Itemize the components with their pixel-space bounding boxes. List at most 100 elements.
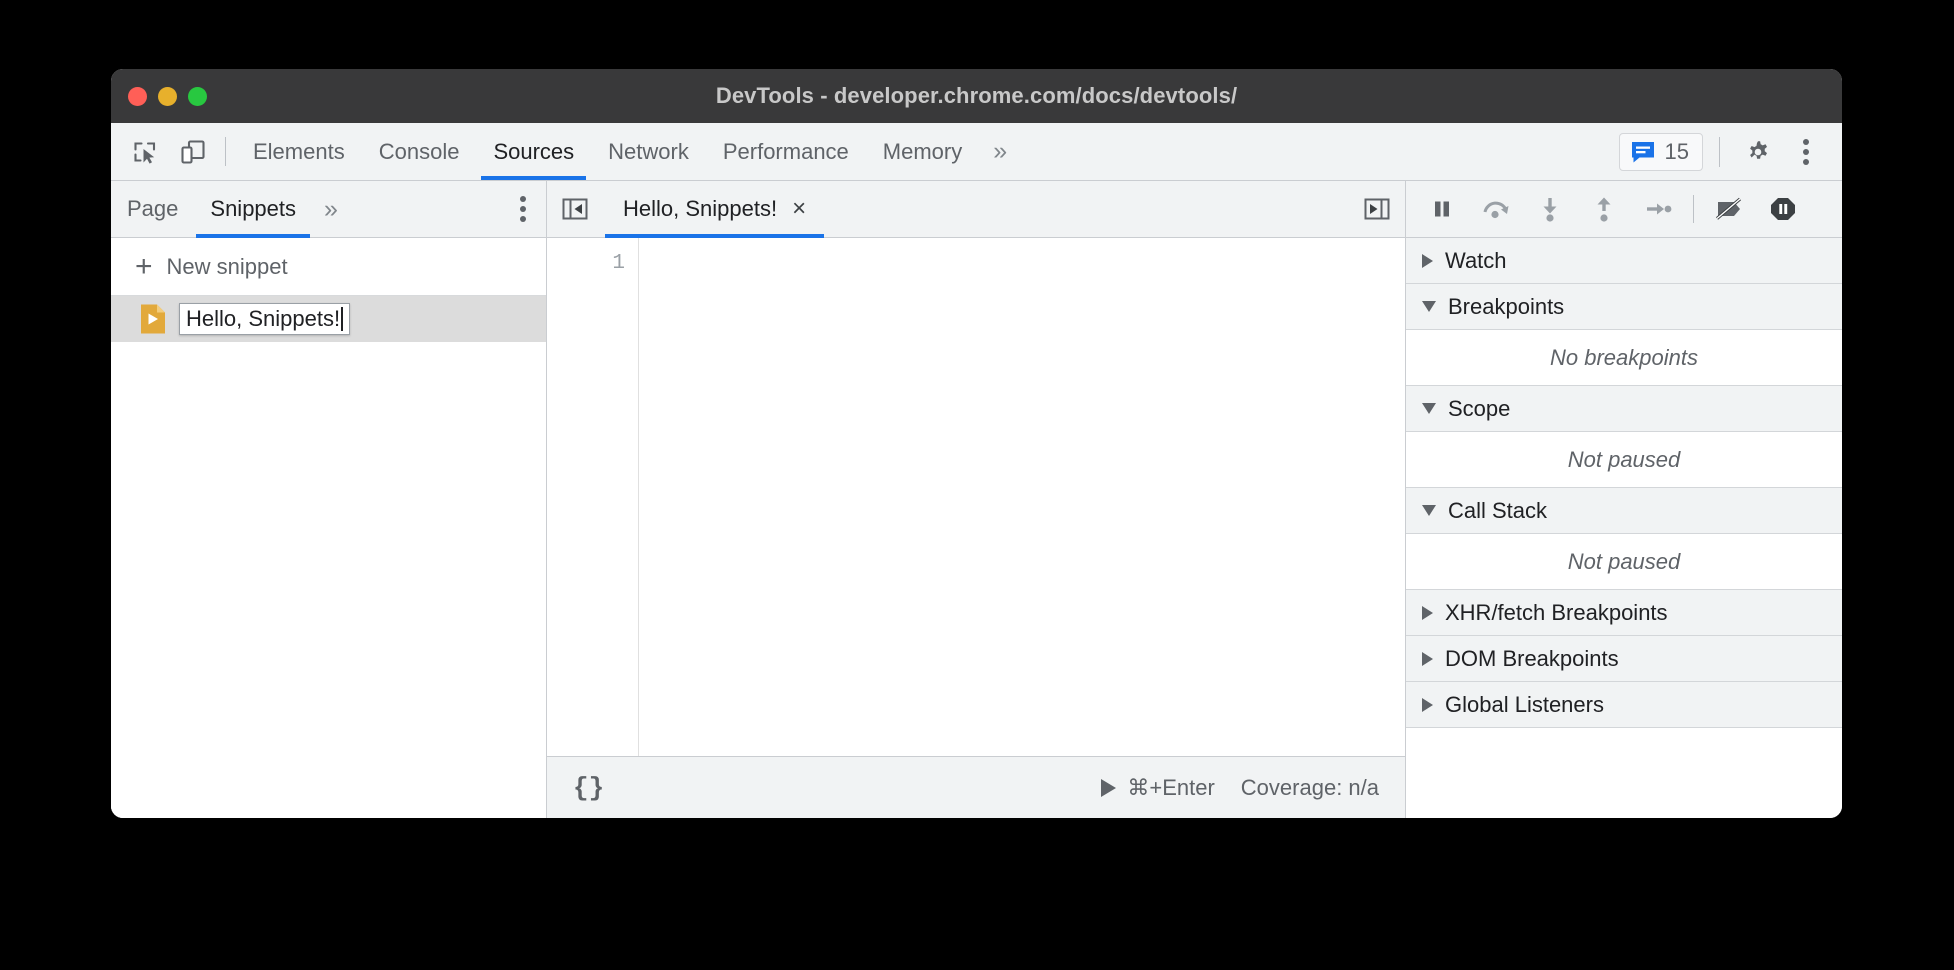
editor-tab-hello-snippets[interactable]: Hello, Snippets! × <box>603 181 826 237</box>
scroll-tabs-left-icon <box>560 194 590 224</box>
resume-script-execution-button[interactable] <box>1416 187 1468 231</box>
tab-console[interactable]: Console <box>362 123 477 180</box>
step-over-icon <box>1481 195 1511 223</box>
snippet-list-item[interactable]: Hello, Snippets! <box>111 296 546 342</box>
editor-statusbar: {} ⌘+Enter Coverage: n/a <box>547 756 1405 818</box>
issues-count: 15 <box>1665 139 1689 165</box>
pane-title: Call Stack <box>1448 498 1547 524</box>
toolbar-right-group: 15 <box>1619 123 1842 180</box>
scroll-tabs-right-button[interactable] <box>1349 181 1405 237</box>
close-window-button[interactable] <box>128 87 147 106</box>
device-toolbar-button[interactable] <box>173 132 213 172</box>
toolbar-right-divider <box>1719 137 1720 167</box>
play-icon <box>1101 779 1116 797</box>
tab-memory[interactable]: Memory <box>866 123 979 180</box>
chevron-down-icon <box>1422 403 1436 414</box>
gear-icon <box>1743 137 1773 167</box>
call-stack-empty-message: Not paused <box>1406 534 1842 590</box>
pane-title: Scope <box>1448 396 1510 422</box>
close-icon[interactable]: × <box>792 197 806 221</box>
new-snippet-button[interactable]: + New snippet <box>111 238 546 296</box>
snippet-name-text: Hello, Snippets! <box>186 305 340 333</box>
debugger-panes: Watch Breakpoints No breakpoints Scope N… <box>1406 238 1842 818</box>
step-into-icon <box>1537 195 1563 223</box>
new-snippet-label: New snippet <box>167 254 288 280</box>
code-editor[interactable]: 1 <box>547 238 1405 756</box>
pane-header-call-stack[interactable]: Call Stack <box>1406 488 1842 534</box>
navigator-menu-button[interactable] <box>520 181 546 237</box>
step-button[interactable] <box>1632 187 1684 231</box>
plus-icon: + <box>135 252 153 282</box>
pane-header-xhr-fetch-breakpoints[interactable]: XHR/fetch Breakpoints <box>1406 590 1842 636</box>
scope-empty-message: Not paused <box>1406 432 1842 488</box>
text-cursor <box>341 307 343 331</box>
maximize-window-button[interactable] <box>188 87 207 106</box>
window-titlebar: DevTools - developer.chrome.com/docs/dev… <box>111 69 1842 123</box>
editor-tab-label: Hello, Snippets! <box>623 196 777 222</box>
toolbar-divider <box>225 137 226 166</box>
toolbar-icon-group <box>111 123 213 180</box>
more-panels-button[interactable]: » <box>979 123 1021 180</box>
code-content[interactable] <box>639 238 1405 756</box>
pane-header-global-listeners[interactable]: Global Listeners <box>1406 682 1842 728</box>
devtools-body: Page Snippets » + New snippet <box>111 181 1842 818</box>
debugger-toolbar-divider <box>1693 195 1694 223</box>
step-out-button[interactable] <box>1578 187 1630 231</box>
devtools-window: DevTools - developer.chrome.com/docs/dev… <box>111 69 1842 818</box>
step-into-button[interactable] <box>1524 187 1576 231</box>
snippet-list: Hello, Snippets! <box>111 296 546 818</box>
inspect-element-button[interactable] <box>125 132 165 172</box>
pane-title: Breakpoints <box>1448 294 1564 320</box>
navigator-pane: Page Snippets » + New snippet <box>111 181 547 818</box>
editor-tabbar: Hello, Snippets! × <box>547 181 1405 238</box>
step-out-icon <box>1591 195 1617 223</box>
pane-header-dom-breakpoints[interactable]: DOM Breakpoints <box>1406 636 1842 682</box>
run-snippet-button[interactable]: ⌘+Enter <box>1101 775 1214 801</box>
issues-counter-button[interactable]: 15 <box>1619 133 1703 171</box>
line-number: 1 <box>547 252 625 275</box>
kebab-menu-icon <box>520 196 526 222</box>
scroll-tabs-left-button[interactable] <box>547 181 603 237</box>
pause-on-exceptions-button[interactable] <box>1757 187 1809 231</box>
statusbar-right-group: ⌘+Enter Coverage: n/a <box>1101 775 1379 801</box>
window-title: DevTools - developer.chrome.com/docs/dev… <box>111 83 1842 109</box>
traffic-lights <box>128 69 207 123</box>
pane-header-breakpoints[interactable]: Breakpoints <box>1406 284 1842 330</box>
chevron-down-icon <box>1422 301 1436 312</box>
run-shortcut-label: ⌘+Enter <box>1127 775 1214 801</box>
navigator-tabbar: Page Snippets » <box>111 181 546 238</box>
tab-performance[interactable]: Performance <box>706 123 866 180</box>
pause-on-exceptions-icon <box>1768 195 1798 223</box>
chevron-right-icon <box>1422 698 1433 712</box>
tab-network[interactable]: Network <box>591 123 706 180</box>
pane-title: XHR/fetch Breakpoints <box>1445 600 1668 626</box>
debugger-sidebar: Watch Breakpoints No breakpoints Scope N… <box>1406 181 1842 818</box>
pane-header-watch[interactable]: Watch <box>1406 238 1842 284</box>
deactivate-breakpoints-button[interactable] <box>1703 187 1755 231</box>
nav-tab-snippets[interactable]: Snippets <box>194 181 312 237</box>
pane-title: DOM Breakpoints <box>1445 646 1619 672</box>
editor-pane: Hello, Snippets! × 1 <box>547 181 1406 818</box>
chevron-right-icon <box>1422 254 1433 268</box>
breakpoints-empty-message: No breakpoints <box>1406 330 1842 386</box>
minimize-window-button[interactable] <box>158 87 177 106</box>
step-over-button[interactable] <box>1470 187 1522 231</box>
tab-elements[interactable]: Elements <box>236 123 362 180</box>
chevron-right-icon <box>1422 652 1433 666</box>
debugger-toolbar <box>1406 181 1842 238</box>
pane-title: Global Listeners <box>1445 692 1604 718</box>
settings-button[interactable] <box>1736 130 1780 174</box>
pane-title: Watch <box>1445 248 1507 274</box>
nav-tab-page[interactable]: Page <box>111 181 194 237</box>
snippet-rename-input[interactable]: Hello, Snippets! <box>179 303 350 336</box>
main-toolbar: Elements Console Sources Network Perform… <box>111 123 1842 181</box>
chevron-right-icon <box>1422 606 1433 620</box>
scroll-tabs-right-icon <box>1362 194 1392 224</box>
main-menu-button[interactable] <box>1784 130 1828 174</box>
pane-header-scope[interactable]: Scope <box>1406 386 1842 432</box>
nav-more-tabs-button[interactable]: » <box>312 181 350 237</box>
pause-icon <box>1428 195 1456 223</box>
pretty-print-button[interactable]: {} <box>573 773 604 803</box>
deactivate-breakpoints-icon <box>1713 195 1745 223</box>
tab-sources[interactable]: Sources <box>476 123 591 180</box>
